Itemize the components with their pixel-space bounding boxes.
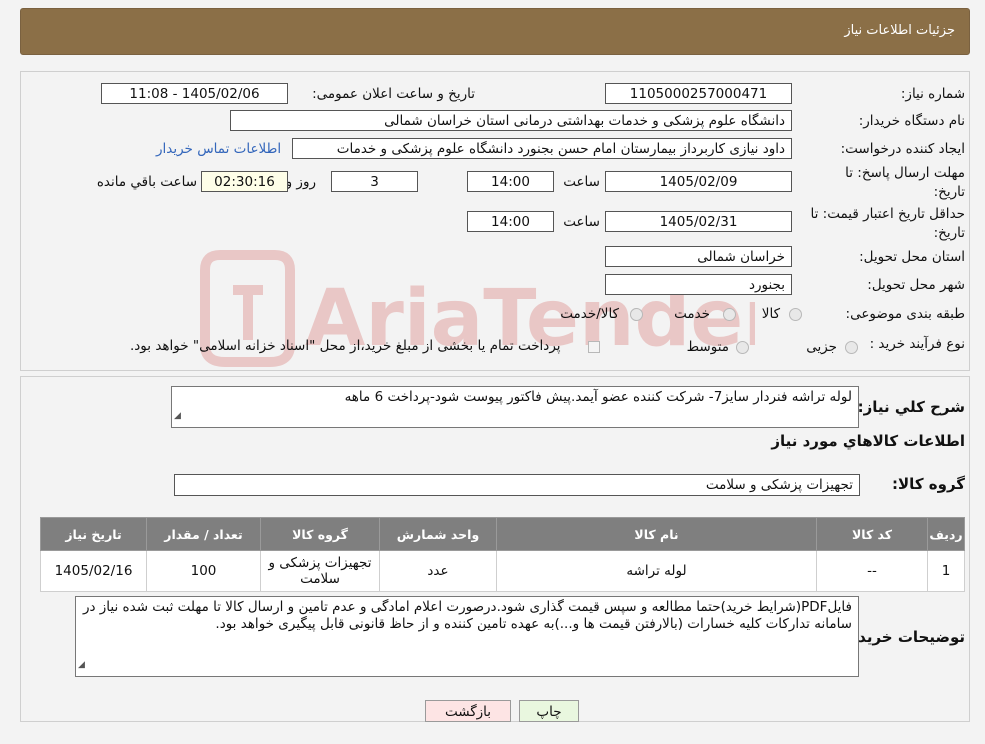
cell-group: تجهیزات پزشکی و سلامت: [260, 550, 380, 592]
process-label: نوع فرآیند خرید :: [869, 336, 965, 352]
col-code-header: کد کالا: [816, 517, 928, 551]
goods-info-title: اطلاعات کالاهاي مورد نیاز: [771, 432, 965, 450]
buyer-contact-link[interactable]: اطلاعات تماس خریدار: [156, 141, 281, 157]
col-qty-header: تعداد / مقدار: [146, 517, 261, 551]
col-date-header: تاریخ نیاز: [40, 517, 147, 551]
process-medium-radio[interactable]: [736, 341, 749, 354]
city-field: بجنورد: [605, 274, 792, 295]
validity-time-label: ساعت: [563, 214, 600, 230]
col-row-header: ردیف: [927, 517, 965, 551]
buyer-notes-text: فایلPDF(شرایط خرید)حتما مطالعه و سپس قیم…: [82, 599, 852, 632]
category-option-goods-service: کالا/خدمت: [560, 306, 619, 322]
creator-label: ایجاد کننده درخواست:: [840, 141, 965, 157]
description-field: لوله تراشه فنردار سایز7- شرکت کننده عضو …: [171, 386, 859, 428]
process-option-minor: جزیی: [806, 339, 837, 355]
cell-code: --: [816, 550, 928, 592]
deadline-time-label: ساعت: [563, 174, 600, 190]
process-option-medium: متوسط: [686, 339, 729, 355]
print-button[interactable]: چاپ: [519, 700, 579, 722]
col-unit-header: واحد شمارش: [379, 517, 497, 551]
description-text: لوله تراشه فنردار سایز7- شرکت کننده عضو …: [344, 389, 852, 405]
province-label: استان محل تحویل:: [859, 249, 965, 265]
cell-name: لوله تراشه: [496, 550, 817, 592]
table-row: 1 -- لوله تراشه عدد تجهیزات پزشکی و سلام…: [40, 550, 965, 592]
category-label: طبقه بندی موضوعی:: [845, 306, 965, 322]
goods-group-label: گروه کالا:: [892, 475, 965, 493]
remaining-label: ساعت باقي مانده: [96, 174, 197, 190]
category-option-service: خدمت: [674, 306, 710, 322]
province-field: خراسان شمالی: [605, 246, 792, 267]
treasury-checkbox[interactable]: [588, 341, 600, 353]
page-header: جزئیات اطلاعات نیاز: [20, 8, 970, 55]
remaining-time-field: 02:30:16: [201, 171, 288, 192]
city-label: شهر محل تحویل:: [867, 277, 965, 293]
col-group-header: گروه کالا: [260, 517, 380, 551]
cell-date: 1405/02/16: [40, 550, 147, 592]
process-note: پرداخت تمام یا بخشی از مبلغ خرید،از محل …: [130, 338, 561, 354]
days-field: 3: [331, 171, 418, 192]
page-title: جزئیات اطلاعات نیاز: [844, 23, 955, 38]
deadline-date-field: 1405/02/09: [605, 171, 792, 192]
category-option-goods: کالا: [761, 306, 780, 322]
table-header-row: ردیف کد کالا نام کالا واحد شمارش گروه کا…: [40, 517, 965, 551]
deadline-label-2: تاریخ:: [933, 184, 965, 200]
validity-date-field: 1405/02/31: [605, 211, 792, 232]
need-number-field: 1105000257000471: [605, 83, 792, 104]
deadline-time-field: 14:00: [467, 171, 554, 192]
announce-field: 1405/02/06 - 11:08: [101, 83, 288, 104]
cell-unit: عدد: [379, 550, 497, 592]
buyer-notes-field: فایلPDF(شرایط خرید)حتما مطالعه و سپس قیم…: [75, 596, 859, 677]
buyer-field: دانشگاه علوم پزشکی و خدمات بهداشتی درمان…: [230, 110, 792, 131]
announce-label: تاریخ و ساعت اعلان عمومی:: [312, 86, 475, 102]
creator-field: داود نیازی کاربرداز بیمارستان امام حسن ب…: [292, 138, 792, 159]
cell-row: 1: [927, 550, 965, 592]
resize-grip-icon[interactable]: ◢: [78, 657, 85, 674]
buyer-label: نام دستگاه خریدار:: [858, 113, 965, 129]
need-number-label: شماره نیاز:: [900, 86, 965, 102]
resize-grip-icon[interactable]: ◢: [174, 408, 181, 425]
col-name-header: نام کالا: [496, 517, 817, 551]
goods-group-field: تجهیزات پزشکی و سلامت: [174, 474, 860, 496]
category-service-radio[interactable]: [723, 308, 736, 321]
description-label: شرح کلي نیاز:: [857, 398, 965, 416]
validity-label-2: تاریخ:: [933, 225, 965, 241]
category-goods-service-radio[interactable]: [630, 308, 643, 321]
validity-time-field: 14:00: [467, 211, 554, 232]
category-goods-radio[interactable]: [789, 308, 802, 321]
items-table: ردیف کد کالا نام کالا واحد شمارش گروه کا…: [40, 517, 965, 592]
cell-qty: 100: [146, 550, 261, 592]
days-label: روز و: [285, 174, 316, 190]
process-minor-radio[interactable]: [845, 341, 858, 354]
validity-label: حداقل تاریخ اعتبار قیمت: تا: [810, 206, 965, 222]
back-button[interactable]: بازگشت: [425, 700, 511, 722]
deadline-label: مهلت ارسال پاسخ: تا: [845, 165, 965, 181]
